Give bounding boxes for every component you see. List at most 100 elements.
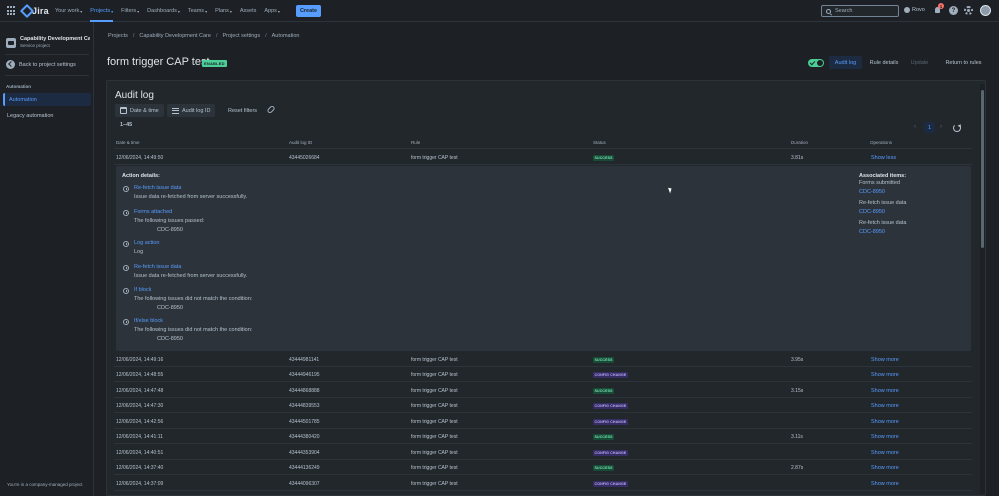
back-arrow-icon [6,60,15,69]
row-audit-id: 43444501785 [289,419,320,425]
return-to-rules-button[interactable]: Return to rules [940,56,987,69]
show-more-link[interactable]: Show more [871,372,899,378]
header-divider [114,148,972,149]
associated-issue-link[interactable]: CDC-8950 [859,229,885,235]
table-row: 12/06/2024, 14:40:51 43444353904 form trig… [114,445,972,460]
row-status-badge: CONFIG CHANGE [593,372,628,378]
info-icon [123,265,129,271]
table-row-expanded: 12/06/2024, 14:49:50 43445026684 form tr… [114,150,972,165]
action-name[interactable]: Forms attached [134,209,172,215]
nav-item-plans[interactable]: Plans ▾ [215,0,232,22]
action-name[interactable]: If block [134,287,151,293]
action-name[interactable]: If/else block [134,318,163,324]
reset-filters-button[interactable]: Reset filters [224,104,261,117]
show-more-link[interactable]: Show more [871,357,899,363]
scrollbar-thumb[interactable] [981,90,984,248]
nav-item-your-work[interactable]: Your work ▾ [55,0,82,22]
associated-issue-link[interactable]: CDC-8950 [859,209,885,215]
chevron-down-icon: ▾ [80,8,83,14]
show-more-link[interactable]: Show more [871,481,899,487]
rule-details-button[interactable]: Rule details [867,56,901,69]
audit-log-id-filter-button[interactable]: Audit log ID [167,104,216,117]
row-rule: form trigger CAP test [411,388,458,394]
nav-item-apps[interactable]: Apps ▾ [264,0,280,22]
search-input[interactable] [835,8,895,14]
show-more-link[interactable]: Show more [871,465,899,471]
show-less-link[interactable]: Show less [871,155,896,161]
pagination-page[interactable]: 1 [924,122,935,133]
audit-log-id-filter-label: Audit log ID [182,107,211,114]
back-to-project-settings-link[interactable]: Back to project settings [6,60,76,69]
table-row: 12/06/2024, 14:41:11 43444380420 form trig… [114,429,972,444]
row-audit-id: 43444981141 [289,357,320,363]
jira-logo[interactable]: Jira [21,5,49,16]
nav-item-teams[interactable]: Teams ▾ [188,0,207,22]
nav-item-projects[interactable]: Projects ▾ [90,0,113,22]
row-rule: form trigger CAP test [411,434,458,440]
sidebar-item-automation[interactable]: Automation [3,93,91,106]
info-icon [123,210,129,216]
show-more-link[interactable]: Show more [871,450,899,456]
row-status-badge: SUCCESS [593,155,615,161]
breadcrumb: Projects / Capability Development Care /… [108,33,299,39]
associated-items-title: Associated items: [859,173,907,179]
date-time-filter-label: Date & time [130,107,159,114]
sidebar-divider [5,75,89,76]
row-status-badge: CONFIG CHANGE [593,403,628,409]
show-more-link[interactable]: Show more [871,388,899,394]
breadcrumb-automation[interactable]: Automation [272,33,300,39]
project-name[interactable]: Capability Development Care [20,36,90,42]
breadcrumb-separator: / [265,33,267,39]
audit-log-button[interactable]: Audit log [829,56,862,69]
nav-item-filters[interactable]: Filters ▾ [121,0,139,22]
row-status-badge: SUCCESS [593,465,615,471]
show-more-link[interactable]: Show more [871,403,899,409]
rule-status-badge: ENABLED [202,60,227,67]
row-rule: form trigger CAP test [411,403,458,409]
breadcrumb-project[interactable]: Capability Development Care [139,33,211,39]
row-audit-id: 43444946195 [289,372,320,378]
nav-item-label: Assets [239,8,257,14]
pagination-next-icon[interactable]: › [940,124,942,130]
breadcrumb-separator: / [215,33,218,39]
action-description: The following issues did not match the c… [134,327,253,333]
refresh-icon[interactable] [953,124,961,132]
action-description: Issue data re-fetched from server succes… [134,273,248,279]
date-time-filter-button[interactable]: Date & time [115,104,164,117]
rovo-button[interactable]: Rovo [904,7,925,13]
table-row: 12/06/2024, 14:42:56 43444501785 form trig… [114,414,972,429]
action-name[interactable]: Re-fetch issue data [134,185,181,191]
chevron-down-icon: ▾ [111,8,114,14]
settings-gear-icon[interactable] [964,6,973,15]
action-name[interactable]: Log action [134,240,159,246]
row-date: 12/06/2024, 14:49:50 [116,155,164,161]
breadcrumb-project-settings[interactable]: Project settings [222,33,260,39]
action-name[interactable]: Re-fetch issue data [134,264,181,270]
row-duration: 3.81s [791,155,804,161]
list-icon [172,107,179,114]
info-icon [123,288,129,294]
nav-menu: Your work ▾ Projects ▾ Filters ▾ Dashboards ▾ Te… [55,0,280,22]
nav-item-assets[interactable]: Assets [240,0,257,22]
row-rule: form trigger CAP test [411,419,458,425]
show-more-link[interactable]: Show more [871,434,899,440]
app-switcher-icon[interactable] [7,6,17,16]
chevron-down-icon: ▾ [205,8,208,14]
row-date: 12/06/2024, 14:41:11 [116,434,163,440]
table-row: 12/06/2024, 14:48:55 43444946195 form trig… [114,367,972,382]
breadcrumb-projects[interactable]: Projects [108,33,128,39]
logo-text: Jira [32,5,49,16]
user-avatar[interactable] [980,5,991,16]
associated-issue-link[interactable]: CDC-8950 [859,189,885,195]
search-box[interactable] [821,5,899,17]
update-button[interactable]: Update [906,56,933,69]
row-audit-id: 43444868888 [289,388,320,394]
row-audit-id: 43444839553 [289,403,320,409]
nav-item-label: Teams [187,8,205,14]
show-more-link[interactable]: Show more [871,419,899,425]
create-button[interactable]: Create [296,5,321,17]
help-icon[interactable]: ? [949,6,958,15]
sidebar-item-legacy-automation[interactable]: Legacy automation [3,109,91,122]
nav-item-dashboards[interactable]: Dashboards ▾ [147,0,180,22]
pagination-prev-icon[interactable]: ‹ [914,124,916,130]
